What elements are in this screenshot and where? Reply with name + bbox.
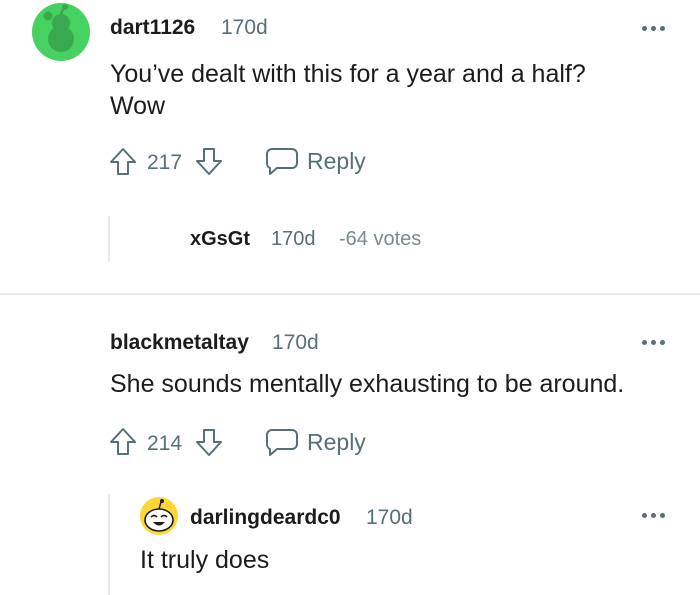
- comment-age: 170d: [272, 331, 319, 354]
- vote-count: 214: [147, 432, 183, 455]
- more-options-icon[interactable]: [642, 26, 666, 32]
- comment-age: 170d: [221, 16, 268, 39]
- reply-label: Reply: [307, 429, 366, 455]
- upvote-button[interactable]: [108, 426, 138, 458]
- upvote-icon: [110, 428, 136, 455]
- reply-button[interactable]: Reply: [265, 426, 375, 458]
- snoo-avatar-icon: [32, 3, 90, 61]
- votes-count: -64 votes: [339, 228, 422, 250]
- reply-label: Reply: [307, 148, 366, 174]
- avatar[interactable]: [139, 496, 179, 536]
- comment-bubble-icon: [266, 148, 298, 175]
- upvote-icon: [110, 148, 136, 175]
- laughing-snoo-avatar-icon: [140, 497, 178, 535]
- username[interactable]: dart1126: [110, 16, 195, 40]
- comment-text-line1: It truly does: [140, 546, 270, 574]
- more-options-icon[interactable]: [642, 513, 666, 519]
- comment-age: 170d: [271, 228, 316, 250]
- username[interactable]: blackmetaltay: [110, 331, 249, 355]
- downvote-button[interactable]: [194, 426, 224, 458]
- comment-bubble-icon: [266, 429, 298, 456]
- comment-blackmetaltay: blackmetaltay 170d She sounds mentally e…: [0, 296, 700, 595]
- reply-button[interactable]: Reply: [265, 145, 375, 177]
- comment-age: 170d: [366, 506, 413, 529]
- more-options-icon[interactable]: [642, 340, 666, 346]
- vote-count: 217: [147, 151, 183, 174]
- downvote-button[interactable]: [194, 145, 224, 177]
- upvote-button[interactable]: [108, 146, 138, 178]
- downvote-icon: [196, 148, 222, 175]
- avatar[interactable]: [31, 2, 91, 62]
- thread-line: [108, 494, 110, 595]
- comment-text-line1: She sounds mentally exhausting to be aro…: [110, 370, 625, 398]
- downvote-icon: [196, 429, 222, 456]
- comment-text-line2: Wow: [110, 92, 166, 120]
- comment-divider: [0, 293, 700, 295]
- username[interactable]: xGsGt: [190, 228, 250, 251]
- comment-dart1126: dart1126 170d You’ve dealt with this for…: [0, 0, 700, 290]
- thread-line: [108, 216, 110, 262]
- username[interactable]: darlingdeardc0: [190, 506, 341, 530]
- comment-text-line1: You’ve dealt with this for a year and a …: [110, 60, 586, 88]
